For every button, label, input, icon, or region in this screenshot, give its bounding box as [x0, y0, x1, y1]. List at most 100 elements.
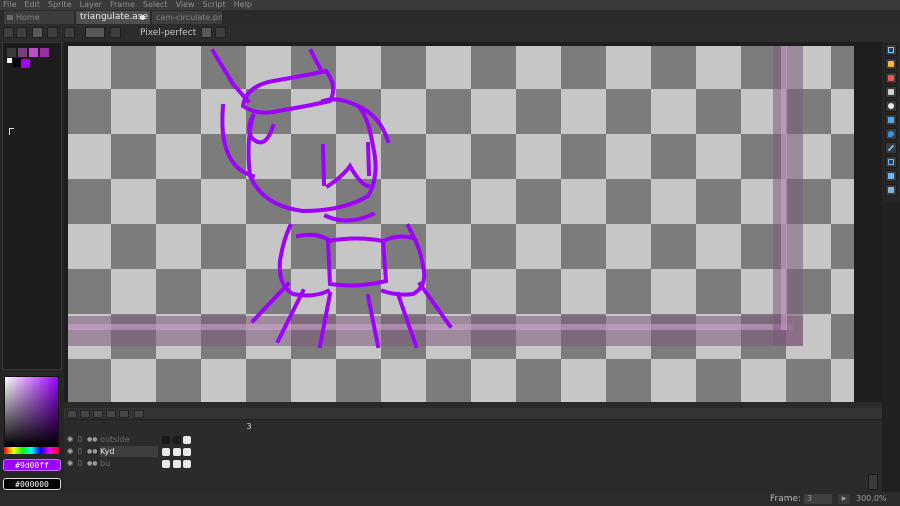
continuous-icon[interactable]: ●●	[87, 448, 97, 455]
menu-select[interactable]: Select	[143, 0, 168, 10]
cel-empty[interactable]	[162, 436, 170, 444]
pixel-perfect-label: Pixel-perfect	[140, 28, 197, 38]
tools-panel	[882, 42, 900, 202]
layer-outside[interactable]: ◉ ▯ ●● outside	[64, 434, 192, 445]
unsaved-dot-icon	[140, 15, 145, 20]
eye-icon[interactable]: ◉	[67, 436, 75, 443]
symmetry-icon[interactable]	[215, 27, 226, 38]
color-spectrum[interactable]	[4, 376, 59, 448]
left-panel: #9d00ff #000000	[0, 42, 64, 506]
frame-play-icon[interactable]: ▶	[838, 494, 850, 504]
cel-filled[interactable]	[162, 448, 170, 456]
lock-icon[interactable]: ▯	[78, 436, 85, 443]
transparency-checkerboard	[68, 46, 854, 402]
next-frame-icon[interactable]	[106, 410, 116, 418]
first-frame-icon[interactable]	[67, 410, 77, 418]
frame-header[interactable]: 3	[244, 422, 254, 432]
mouse-cursor-icon	[9, 128, 14, 135]
fill-tool[interactable]	[885, 128, 897, 140]
opacity-field[interactable]	[85, 27, 105, 38]
pencil-icon	[888, 61, 894, 67]
line-icon	[888, 145, 894, 151]
menu-bar: File Edit Sprite Layer Frame Select View Script…	[0, 0, 900, 10]
palette-swatch[interactable]	[21, 59, 30, 68]
move-icon	[888, 117, 894, 123]
move-tool[interactable]	[885, 114, 897, 126]
cel-filled[interactable]	[173, 460, 181, 468]
layer-bu[interactable]: ◉ ▯ ●● bu	[64, 458, 192, 469]
menu-script[interactable]: Script	[203, 0, 226, 10]
menu-help[interactable]: Help	[234, 0, 252, 10]
rectangle-tool[interactable]	[885, 156, 897, 168]
timeline-scrollbar[interactable]	[868, 474, 878, 490]
palette[interactable]	[2, 42, 62, 370]
palette-swatch[interactable]	[7, 48, 16, 57]
canvas-area	[64, 42, 882, 408]
layer-kyd[interactable]: ◉ ▯ ●● Kyd	[64, 446, 192, 457]
continuous-icon[interactable]: ●●	[87, 436, 97, 443]
hue-bar[interactable]	[4, 447, 59, 454]
lock-icon[interactable]: ▯	[78, 460, 85, 467]
ink-type-icon[interactable]	[64, 27, 75, 38]
eyedropper-tool[interactable]	[885, 86, 897, 98]
cel-filled[interactable]	[183, 436, 191, 444]
home-icon	[7, 15, 13, 20]
eraser-icon	[888, 75, 894, 81]
menu-file[interactable]: File	[3, 0, 16, 10]
timeline-toolbar	[64, 408, 882, 420]
palette-swatch[interactable]	[18, 48, 27, 57]
timeline: 3 ◉ ▯ ●● outside ◉ ▯ ●● Kyd ◉ ▯ ●● bu	[64, 408, 882, 492]
marquee-tool[interactable]	[885, 44, 897, 56]
onion-skin-icon[interactable]	[134, 410, 144, 418]
cel-empty[interactable]	[173, 436, 181, 444]
cel-filled[interactable]	[183, 448, 191, 456]
sprite-canvas[interactable]	[68, 46, 854, 402]
cel-filled[interactable]	[183, 460, 191, 468]
contour-tool[interactable]	[885, 170, 897, 182]
eye-icon[interactable]: ◉	[67, 448, 75, 455]
marquee-icon	[888, 47, 894, 53]
blur-icon	[888, 187, 894, 193]
tab-triangulate[interactable]: triangulate.ase	[76, 11, 150, 24]
menu-layer[interactable]: Layer	[80, 0, 102, 10]
brush-line-icon[interactable]	[47, 27, 58, 38]
zoom-tool[interactable]	[885, 100, 897, 112]
lock-icon[interactable]: ▯	[78, 448, 85, 455]
layer-name: Kyd	[100, 446, 158, 457]
pencil-tool[interactable]	[885, 58, 897, 70]
last-frame-icon[interactable]	[119, 410, 129, 418]
layer-name: outside	[100, 435, 130, 444]
eraser-tool[interactable]	[885, 72, 897, 84]
tab-cam-circulate[interactable]: cam-circulate.png	[152, 11, 222, 24]
tab-label: cam-circulate.png	[156, 13, 222, 22]
menu-frame[interactable]: Frame	[110, 0, 135, 10]
palette-swatch[interactable]	[40, 48, 49, 57]
eyedropper-icon	[888, 89, 894, 95]
line-tool[interactable]	[885, 142, 897, 154]
palette-swatch[interactable]	[29, 48, 38, 57]
cel-filled[interactable]	[162, 460, 170, 468]
tab-label: Home	[16, 13, 40, 22]
eye-icon[interactable]: ◉	[67, 460, 75, 467]
play-icon[interactable]	[93, 410, 103, 418]
tab-home[interactable]: Home	[4, 11, 74, 24]
frame-label: Frame:	[770, 494, 802, 504]
brush-square-icon[interactable]	[32, 27, 43, 38]
menu-sprite[interactable]: Sprite	[48, 0, 72, 10]
zoom-level[interactable]: 300.0%	[856, 493, 887, 505]
tab-bar: Home triangulate.ase cam-circulate.png	[0, 10, 900, 24]
pixel-perfect-toggle[interactable]	[201, 27, 212, 38]
blur-tool[interactable]	[885, 184, 897, 196]
foreground-color-field[interactable]: #9d00ff	[3, 459, 61, 471]
frame-input[interactable]: 3	[804, 494, 832, 504]
prev-frame-icon[interactable]	[80, 410, 90, 418]
background-color-field[interactable]: #000000	[3, 478, 61, 490]
brush-type-icon[interactable]	[3, 27, 14, 38]
cel-filled[interactable]	[173, 448, 181, 456]
menu-view[interactable]: View	[176, 0, 195, 10]
menu-edit[interactable]: Edit	[24, 0, 40, 10]
shading-icon[interactable]	[110, 27, 121, 38]
continuous-icon[interactable]: ●●	[87, 460, 97, 467]
palette-swatch[interactable]	[7, 58, 12, 63]
brush-size-icon[interactable]	[16, 27, 27, 38]
